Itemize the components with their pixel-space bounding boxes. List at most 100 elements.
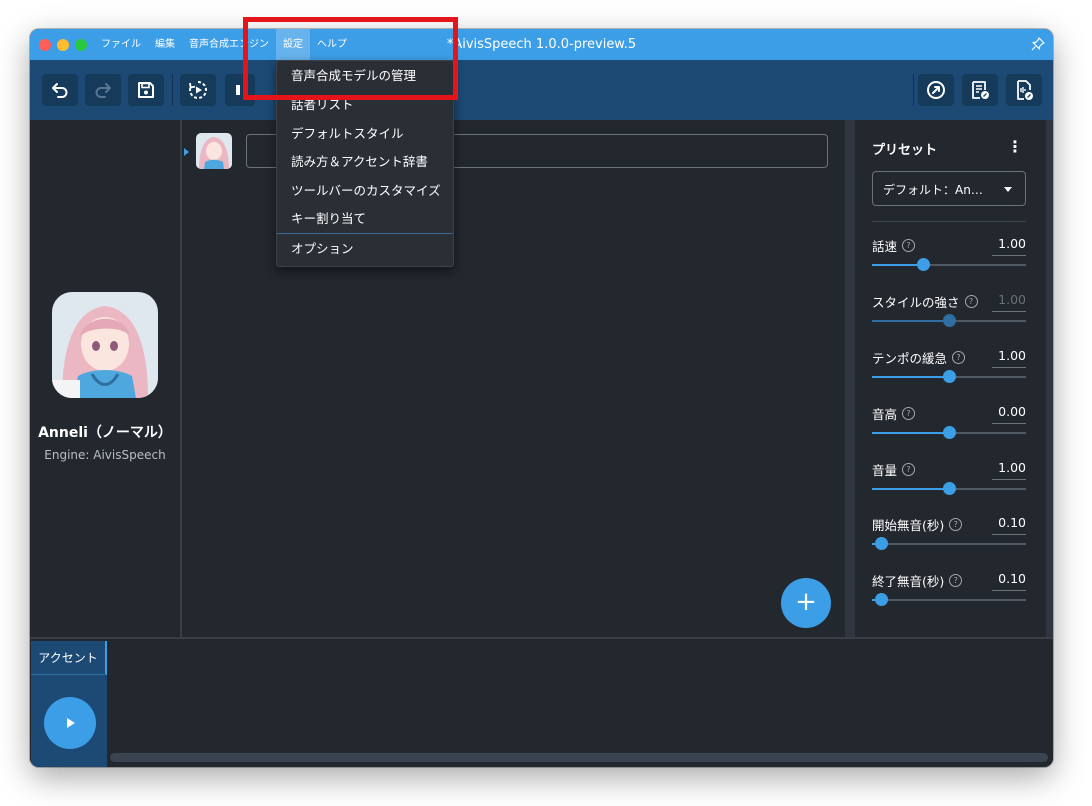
value-underline — [992, 255, 1026, 256]
menu-item-toolbar-customize[interactable]: ツールバーのカスタマイズ — [277, 176, 453, 205]
save-button[interactable] — [128, 74, 164, 106]
help-icon[interactable]: ? — [902, 463, 916, 476]
help-icon[interactable]: ? — [902, 407, 916, 420]
accent-panel: アクセント — [30, 637, 1053, 767]
row-character-avatar[interactable] — [196, 133, 232, 169]
value-underline — [992, 311, 1026, 312]
preset-select-value: デフォルト：An… — [883, 183, 983, 197]
value-underline — [992, 423, 1026, 424]
app-window: ファイル 編集 音声合成エンジン 設定 ヘルプ *AivisSpeech 1.0… — [30, 29, 1053, 767]
stop-icon — [236, 85, 240, 95]
param-label: テンポの緩急? — [872, 348, 966, 367]
redo-icon — [95, 83, 111, 98]
param-value[interactable]: 1.00 — [998, 460, 1026, 475]
horizontal-scrollbar[interactable] — [110, 753, 1048, 762]
param-label-text: 音量 — [872, 463, 898, 478]
engine-label: Engine: AivisSpeech — [44, 448, 166, 462]
param-slider[interactable] — [872, 258, 1026, 271]
slider-thumb[interactable] — [943, 370, 956, 383]
menu-item-dictionary[interactable]: 読み方＆アクセント辞書 — [277, 147, 453, 176]
param-label: 音高? — [872, 404, 916, 423]
export-audio-icon — [1017, 80, 1033, 100]
param-slider[interactable] — [872, 426, 1026, 439]
help-icon[interactable]: ? — [902, 239, 916, 252]
center-scrollbar[interactable] — [845, 120, 855, 637]
param-row: 話速? 1.00 — [872, 236, 1026, 286]
menu-file[interactable]: ファイル — [94, 29, 148, 60]
export-text-button[interactable] — [962, 74, 998, 106]
param-value[interactable]: 1.00 — [998, 348, 1026, 363]
menu-item-key-bindings[interactable]: キー割り当て — [277, 204, 453, 233]
menu-bar: ファイル 編集 音声合成エンジン 設定 ヘルプ — [94, 29, 354, 60]
menu-help[interactable]: ヘルプ — [310, 29, 354, 60]
value-underline — [992, 479, 1026, 480]
minimize-window-button[interactable] — [57, 39, 69, 51]
title-bar: ファイル 編集 音声合成エンジン 設定 ヘルプ *AivisSpeech 1.0… — [30, 29, 1053, 60]
menu-item-model-manager[interactable]: 音声合成モデルの管理 — [277, 61, 453, 90]
undo-button[interactable] — [42, 74, 78, 106]
param-label-text: 開始無音(秒) — [872, 518, 945, 533]
param-row: スタイルの強さ? 1.00 — [872, 292, 1026, 342]
preset-select[interactable]: デフォルト：An… — [872, 171, 1026, 206]
help-icon[interactable]: ? — [949, 518, 963, 531]
slider-thumb[interactable] — [875, 537, 889, 550]
menu-engine[interactable]: 音声合成エンジン — [182, 29, 276, 60]
more-vert-icon[interactable]: ⋮ — [1007, 139, 1023, 155]
settings-dropdown-menu: 音声合成モデルの管理 話者リスト デフォルトスタイル 読み方＆アクセント辞書 ツ… — [276, 60, 454, 267]
param-label-text: 終了無音(秒) — [872, 574, 945, 589]
preset-scrollbar[interactable] — [1046, 120, 1053, 637]
play-continuously-button[interactable] — [180, 74, 216, 106]
param-row: 音量? 1.00 — [872, 460, 1026, 510]
play-button[interactable] — [44, 697, 96, 749]
character-avatar[interactable] — [52, 292, 158, 398]
maximize-window-button[interactable] — [75, 39, 87, 51]
open-external-icon — [927, 81, 945, 99]
slider-thumb[interactable] — [943, 426, 956, 439]
menu-item-options[interactable]: オプション — [277, 234, 453, 263]
param-row: テンポの緩急? 1.00 — [872, 348, 1026, 398]
param-label-text: 音高 — [872, 407, 898, 422]
slider-fill — [872, 488, 949, 490]
slider-thumb[interactable] — [943, 482, 956, 495]
toolbar-separator — [913, 74, 914, 106]
active-row-indicator — [184, 148, 189, 156]
value-underline — [992, 534, 1026, 535]
open-external-button[interactable] — [918, 74, 954, 106]
export-audio-button[interactable] — [1006, 74, 1042, 106]
pin-icon[interactable] — [1031, 37, 1045, 51]
param-label-text: テンポの緩急 — [872, 351, 948, 366]
preset-title: プリセット — [872, 143, 938, 158]
param-value[interactable]: 0.10 — [998, 515, 1026, 530]
menu-item-speaker-list[interactable]: 話者リスト — [277, 90, 453, 119]
help-icon[interactable]: ? — [952, 351, 966, 364]
slider-thumb[interactable] — [875, 593, 889, 606]
param-slider[interactable] — [872, 314, 1026, 327]
param-label: 開始無音(秒)? — [872, 515, 963, 534]
param-slider[interactable] — [872, 537, 1026, 550]
undo-icon — [52, 83, 68, 98]
param-slider[interactable] — [872, 370, 1026, 383]
param-label: 話速? — [872, 236, 916, 255]
param-value[interactable]: 0.10 — [998, 571, 1026, 586]
param-label: スタイルの強さ? — [872, 292, 978, 311]
add-row-button[interactable]: + — [781, 578, 831, 628]
stop-button[interactable] — [225, 74, 255, 106]
close-window-button[interactable] — [39, 39, 51, 51]
export-text-icon — [972, 81, 989, 99]
help-icon[interactable]: ? — [964, 295, 978, 308]
slider-thumb[interactable] — [916, 258, 930, 271]
param-slider[interactable] — [872, 482, 1026, 495]
menu-settings[interactable]: 設定 — [276, 29, 310, 60]
slider-fill — [872, 320, 949, 322]
menu-item-default-style[interactable]: デフォルトスタイル — [277, 119, 453, 148]
param-value[interactable]: 0.00 — [998, 404, 1026, 419]
param-slider[interactable] — [872, 593, 1026, 606]
param-value[interactable]: 1.00 — [998, 292, 1026, 307]
slider-thumb[interactable] — [943, 314, 956, 327]
menu-edit[interactable]: 編集 — [148, 29, 182, 60]
tab-accent[interactable]: アクセント — [31, 641, 107, 675]
param-label-text: スタイルの強さ — [872, 295, 960, 310]
param-value[interactable]: 1.00 — [998, 236, 1026, 251]
redo-button[interactable] — [85, 74, 121, 106]
help-icon[interactable]: ? — [949, 574, 963, 587]
